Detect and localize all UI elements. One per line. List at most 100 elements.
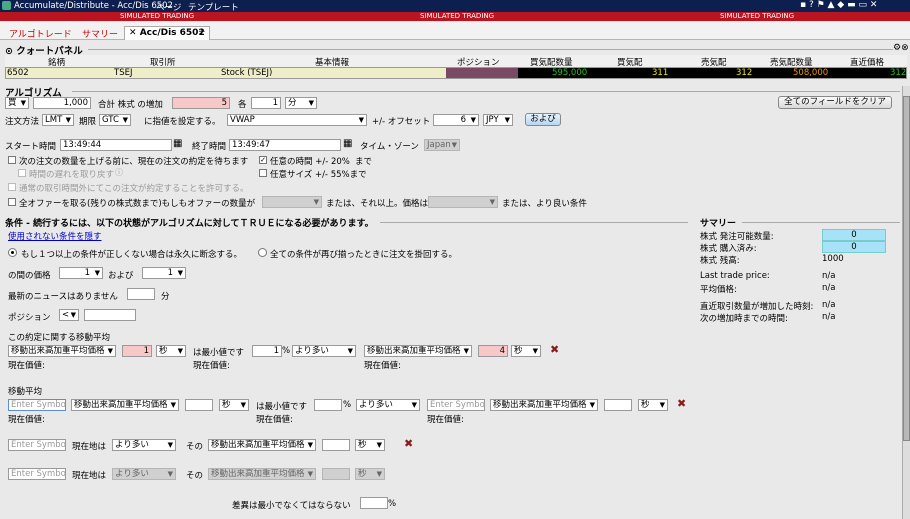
ma-type-select-6[interactable]: 移動出来高加重平均価格 [208,468,316,480]
side-select[interactable]: 買 [5,97,29,109]
compare-select-4[interactable]: より多い [112,468,176,480]
vertical-scrollbar[interactable] [902,86,910,519]
ma-type-select-4[interactable]: 移動出来高加重平均価格 [490,399,598,411]
price-from-input[interactable]: 1 [59,267,103,279]
pct-input[interactable]: 1 [252,345,282,357]
take-all-price-input[interactable] [428,196,498,208]
symbol-input-4[interactable]: Enter Symbol [8,468,66,480]
add-tab-button[interactable]: + [194,26,210,40]
remove-condition-icon[interactable]: ✖ [550,343,559,356]
allow-outside-checkbox[interactable] [8,183,16,191]
calendar-icon[interactable]: ▦ [343,138,352,149]
app-icon [2,1,11,10]
calendar-icon[interactable]: ▦ [173,138,182,149]
ma-unit-select-5[interactable]: 秒 [355,439,385,451]
news-minutes-input[interactable] [127,288,155,300]
ma-period-input-6[interactable] [322,468,350,480]
ma-type-select[interactable]: 移動出来高加重平均価格 [8,345,116,357]
start-time-label: スタート時間 [5,142,57,152]
catch-up-checkbox[interactable] [18,169,26,177]
close-icon[interactable]: ✕ [129,28,137,38]
interval-input[interactable]: 1 [251,97,281,109]
ma-period-input-3[interactable] [185,399,213,411]
price-to-input[interactable]: 1 [142,267,186,279]
end-time-input[interactable]: 13:49:47 [229,139,341,151]
clear-all-button[interactable]: 全てのフィールドをクリア [778,96,892,109]
ma-unit-select-6[interactable]: 秒 [355,468,385,480]
price-type-select[interactable]: VWAP [227,114,367,126]
pct-sign: % [282,346,291,356]
quote-ask-size: 508,000 [793,68,829,78]
position-op-select[interactable]: < [59,309,79,321]
quote-ask: 312 [736,68,753,78]
currency-select[interactable]: JPY [483,114,513,126]
order-type-select[interactable]: LMT [42,114,74,126]
quote-header-row: 銘柄 取引所 基本情報 ポジション 買気配数量 買気配 売気配 売気配数量 直近… [5,55,907,68]
quote-row[interactable]: 6502 TSEJ Stock (TSEJ) 595,000 311 312 5… [5,67,907,79]
ma-unit-select-2[interactable]: 秒 [511,345,541,357]
compare-select-3[interactable]: より多い [112,439,176,451]
remove-condition-icon[interactable]: ✖ [404,437,413,450]
min-label: は最小値です [256,402,308,412]
ma-unit-select-4[interactable]: 秒 [638,399,668,411]
symbol-input[interactable]: Enter Symbol [8,399,66,411]
compare-select[interactable]: より多い [292,345,356,357]
minutes-label: 分 [161,292,170,302]
quote-position [446,68,518,78]
symbol-input-3[interactable]: Enter Symbol [8,439,66,451]
interval-unit-select[interactable]: 分 [285,97,317,109]
ma-section-label: この約定に関する移動平均 [8,333,111,343]
tif-select[interactable]: GTC [99,114,131,126]
pct-sign: % [388,499,397,509]
last-inc-value: n/a [822,300,836,310]
ma-unit-select[interactable]: 秒 [156,345,186,357]
tab-summary[interactable]: サマリー [78,26,122,40]
timezone-select[interactable]: Japan [424,139,460,151]
price-label: に指値を設定する。 [144,117,221,127]
and-label: および [108,271,134,281]
ma-period-input[interactable]: 1 [122,345,152,357]
panel-settings-icon[interactable]: ⚙⊗ [893,43,909,53]
random-time-checkbox[interactable]: ✓ [259,156,267,164]
catch-up-label: 時間の遅れを取り戻す [29,170,115,180]
each-label: 各 [238,100,247,110]
ma-period-input-4[interactable] [604,399,632,411]
ma-type-select-2[interactable]: 移動出来高加重平均価格 [364,345,472,357]
take-all-qty-input[interactable] [262,196,322,208]
increment-input[interactable]: 5 [172,97,230,109]
ma-type-select-5[interactable]: 移動出来高加重平均価格 [208,439,316,451]
order-type-label: 注文方法 [5,117,40,127]
simulated-label-2: SIMULATED TRADING [420,12,495,20]
take-all-checkbox[interactable] [8,198,16,206]
ma-period-input-5[interactable] [322,439,350,451]
quantity-input[interactable]: 1,000 [33,97,91,109]
resume-radio[interactable] [258,248,267,257]
position-value-input[interactable] [84,309,136,321]
symbol-input-2[interactable]: Enter Symbol [427,399,485,411]
compare-select-2[interactable]: より多い [356,399,420,411]
remaining-value: 1000 [822,254,844,264]
tab-algo-trade[interactable]: アルゴトレード [5,26,76,40]
diff-input[interactable] [360,497,388,509]
end-time-label: 終了時間 [192,142,227,152]
offset-input[interactable]: 6 [433,114,479,126]
scrollbar-thumb[interactable] [903,96,910,441]
min-label: は最小値です [193,348,245,358]
ma-unit-select-3[interactable]: 秒 [219,399,249,411]
remove-condition-icon[interactable]: ✖ [677,397,686,410]
avail-value: 0 [822,229,886,241]
ma-type-select-3[interactable]: 移動出来高加重平均価格 [71,399,179,411]
avail-label: 株式 発注可能数量: [700,232,774,242]
last-trade-label: Last trade price: [700,271,770,281]
pct-input-2[interactable] [314,399,342,411]
timezone-label: タイム・ゾーン [360,142,419,152]
window-controls[interactable]: ▪ ? ⚑ ▲ ◆ ▬ ▭ ✕ [800,0,877,10]
halt-radio[interactable] [8,248,17,257]
random-size-checkbox[interactable] [259,169,267,177]
and-button[interactable]: および [525,113,561,126]
ma-period-input-2[interactable]: 4 [478,345,508,357]
wait-fill-checkbox[interactable] [8,156,16,164]
diff-label: 差異は最小でなくてはならない [232,501,351,511]
hide-unused-link[interactable]: 使用されない条件を隠す [8,230,102,242]
start-time-input[interactable]: 13:49:44 [60,139,172,151]
